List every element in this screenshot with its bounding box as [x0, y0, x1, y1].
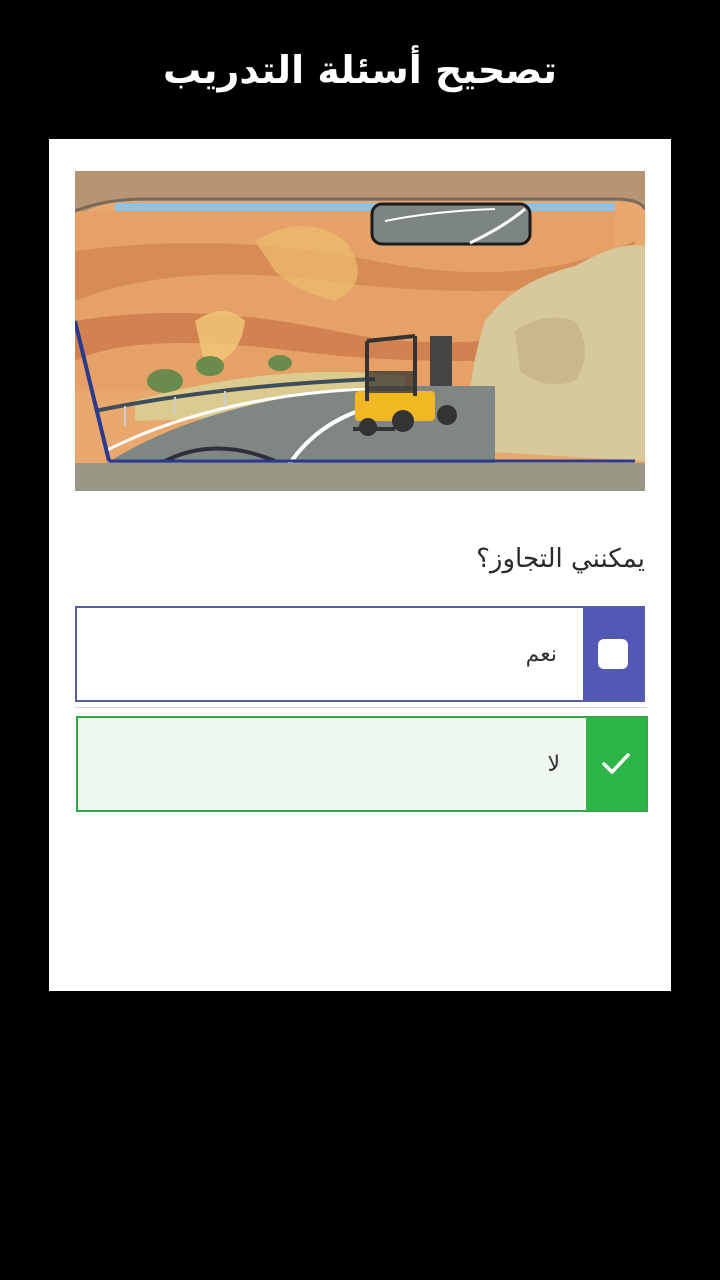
answer-option-no[interactable]: لا	[76, 716, 648, 812]
question-card: يمكنني التجاوز؟ نعم لا	[49, 139, 671, 991]
question-image	[75, 171, 645, 491]
checkmark-icon	[602, 753, 630, 774]
checkbox-empty-icon	[598, 639, 628, 669]
page-title: تصحيح أسئلة التدريب	[162, 48, 558, 92]
answer-option-yes[interactable]: نعم	[75, 606, 645, 702]
answer-correct-marker[interactable]	[586, 718, 646, 810]
answer-label: لا	[547, 751, 560, 777]
question-text: يمكنني التجاوز؟	[476, 544, 645, 574]
answer-label: نعم	[525, 641, 557, 667]
divider	[75, 707, 647, 708]
answer-checkbox[interactable]	[583, 608, 643, 700]
